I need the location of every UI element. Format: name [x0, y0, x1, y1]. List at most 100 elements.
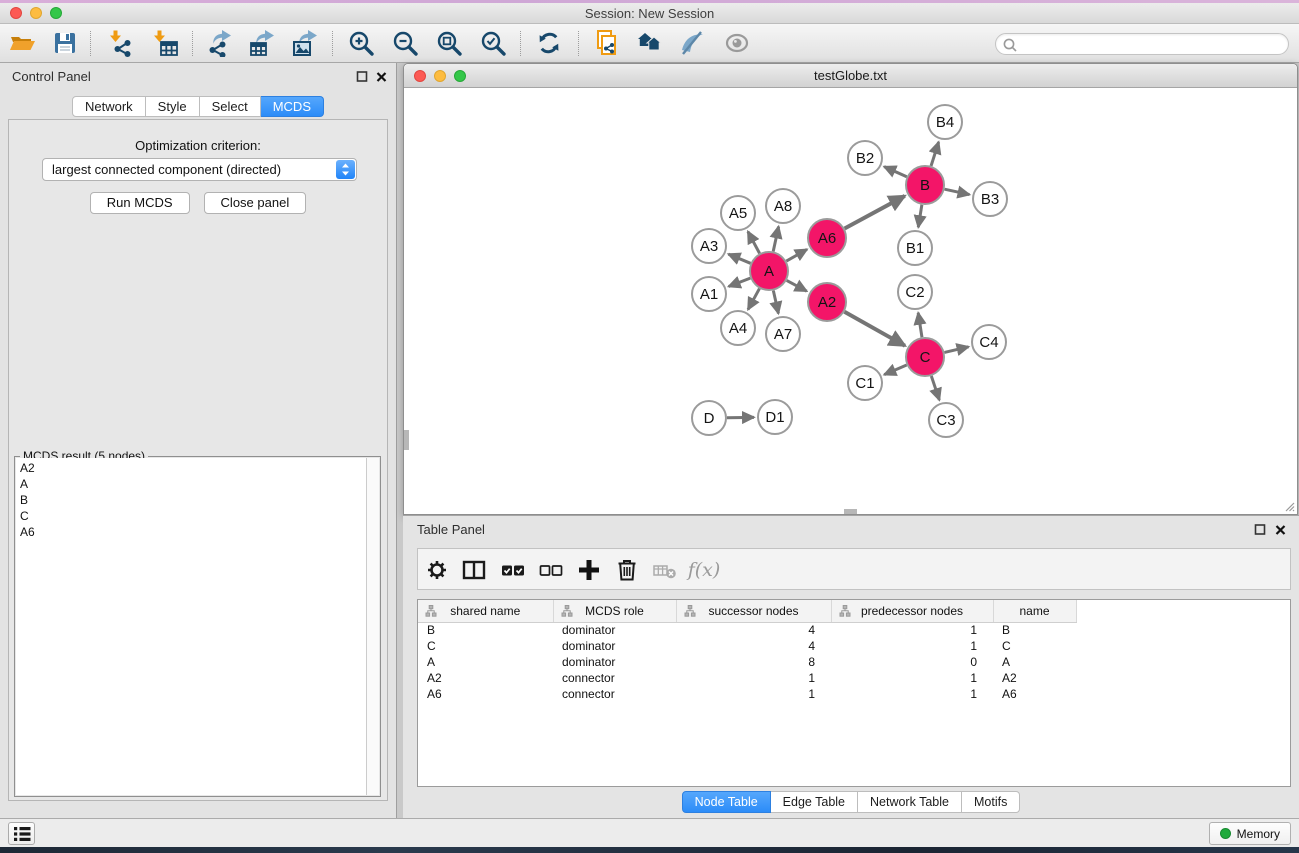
graph-node-C1[interactable]: C1 [848, 366, 882, 400]
search-input[interactable] [1020, 35, 1282, 53]
zoom-selected-icon[interactable] [474, 27, 512, 59]
delete-table-icon[interactable] [651, 556, 679, 584]
graph-edge-A-A1[interactable] [729, 278, 751, 286]
show-hide-panel-icon[interactable] [718, 27, 756, 59]
graph-edge-A-A8[interactable] [773, 227, 778, 252]
graph-edge-A6-B[interactable] [845, 196, 905, 229]
table-row[interactable]: Adominator80A [418, 654, 1290, 670]
mcds-result-item[interactable]: C [20, 508, 366, 524]
graph-edge-A-A2[interactable] [787, 280, 807, 291]
graph-node-D[interactable]: D [692, 401, 726, 435]
export-network-icon[interactable] [200, 27, 238, 59]
graph-node-B2[interactable]: B2 [848, 141, 882, 175]
graph-edge-A-A4[interactable] [748, 289, 759, 310]
graph-edge-C-C2[interactable] [918, 313, 922, 337]
tab-select[interactable]: Select [200, 96, 261, 117]
network-canvas[interactable]: B4B2BB3B1A5A8A6A3AA1A2A4A7C2CC4C1C3DD1 [404, 89, 1297, 514]
zoom-in-icon[interactable] [342, 27, 380, 59]
graph-node-A3[interactable]: A3 [692, 229, 726, 263]
graph-edge-C-C3[interactable] [931, 376, 939, 400]
float-table-panel-icon[interactable] [1254, 523, 1267, 536]
mcds-result-item[interactable]: A [20, 476, 366, 492]
graph-edge-A-A3[interactable] [728, 254, 750, 263]
graph-node-B4[interactable]: B4 [928, 105, 962, 139]
tab-motifs[interactable]: Motifs [962, 791, 1020, 813]
mcds-result-item[interactable]: A6 [20, 524, 366, 540]
graph-node-A8[interactable]: A8 [766, 189, 800, 223]
table-row[interactable]: A6connector11A6 [418, 686, 1290, 702]
close-table-panel-icon[interactable] [1274, 523, 1287, 536]
graph-node-C2[interactable]: C2 [898, 275, 932, 309]
apply-layout-icon[interactable] [530, 27, 568, 59]
tab-mcds[interactable]: MCDS [261, 96, 324, 117]
mcds-result-item[interactable]: A2 [20, 460, 366, 476]
column-header-successor-nodes[interactable]: successor nodes [676, 600, 831, 622]
tab-network-table[interactable]: Network Table [858, 791, 962, 813]
graph-node-C3[interactable]: C3 [929, 403, 963, 437]
graph-edge-C-C1[interactable] [884, 365, 906, 375]
graph-node-A5[interactable]: A5 [721, 196, 755, 230]
import-table-icon[interactable] [146, 27, 184, 59]
task-history-button[interactable] [8, 822, 35, 845]
save-session-icon[interactable] [46, 27, 84, 59]
add-column-icon[interactable] [575, 556, 603, 584]
optimization-criterion-select[interactable]: largest connected component (directed) [42, 158, 357, 181]
horizontal-scroll-thumb[interactable] [844, 509, 857, 514]
table-row[interactable]: A2connector11A2 [418, 670, 1290, 686]
select-all-icon[interactable] [499, 556, 527, 584]
graph-edge-B-B1[interactable] [918, 205, 922, 228]
column-header-shared-name[interactable]: shared name [418, 600, 553, 622]
close-panel-button[interactable]: Close panel [204, 192, 307, 214]
column-header-name[interactable]: name [993, 600, 1076, 622]
export-image-icon[interactable] [286, 27, 324, 59]
memory-button[interactable]: Memory [1209, 822, 1291, 845]
graph-node-B1[interactable]: B1 [898, 231, 932, 265]
graph-edge-A-A7[interactable] [773, 291, 778, 314]
graph-edge-B-B2[interactable] [884, 167, 907, 177]
graph-node-C[interactable]: C [906, 338, 944, 376]
graph-node-A[interactable]: A [750, 252, 788, 290]
graph-edge-B-B4[interactable] [931, 142, 939, 166]
graph-edge-C-C4[interactable] [944, 347, 968, 353]
deselect-all-icon[interactable] [537, 556, 565, 584]
network-graph[interactable]: B4B2BB3B1A5A8A6A3AA1A2A4A7C2CC4C1C3DD1 [404, 89, 1296, 514]
new-network-from-selection-icon[interactable] [588, 27, 626, 59]
zoom-fit-icon[interactable] [430, 27, 468, 59]
graph-edge-A-A6[interactable] [786, 249, 807, 261]
table-row[interactable]: Cdominator41C [418, 638, 1290, 654]
import-network-icon[interactable] [102, 27, 140, 59]
run-mcds-button[interactable]: Run MCDS [90, 192, 190, 214]
open-session-icon[interactable] [4, 27, 42, 59]
hide-graphics-details-icon[interactable] [673, 27, 711, 59]
graph-node-D1[interactable]: D1 [758, 400, 792, 434]
graph-node-B[interactable]: B [906, 166, 944, 204]
mcds-result-scrollbar[interactable] [366, 458, 379, 795]
graph-node-A1[interactable]: A1 [692, 277, 726, 311]
tab-style[interactable]: Style [146, 96, 200, 117]
graph-node-A2[interactable]: A2 [808, 283, 846, 321]
tab-edge-table[interactable]: Edge Table [771, 791, 858, 813]
export-table-icon[interactable] [243, 27, 281, 59]
tab-network[interactable]: Network [72, 96, 146, 117]
tab-node-table[interactable]: Node Table [682, 791, 771, 813]
vertical-scroll-thumb[interactable] [404, 430, 409, 450]
close-panel-icon[interactable] [375, 70, 388, 83]
graph-edge-B-B3[interactable] [945, 189, 970, 194]
settings-icon[interactable] [423, 556, 451, 584]
delete-column-icon[interactable] [613, 556, 641, 584]
graph-node-A7[interactable]: A7 [766, 317, 800, 351]
graph-node-B3[interactable]: B3 [973, 182, 1007, 216]
graph-node-C4[interactable]: C4 [972, 325, 1006, 359]
float-panel-icon[interactable] [356, 70, 369, 83]
resize-grip[interactable] [1283, 500, 1296, 513]
column-header-mcds-role[interactable]: MCDS role [553, 600, 676, 622]
zoom-out-icon[interactable] [386, 27, 424, 59]
split-panel-icon[interactable] [460, 556, 488, 584]
graph-edge-A2-C[interactable] [844, 312, 905, 346]
graph-node-A4[interactable]: A4 [721, 311, 755, 345]
table-row[interactable]: Bdominator41B [418, 622, 1290, 638]
mcds-result-item[interactable]: B [20, 492, 366, 508]
column-header-predecessor-nodes[interactable]: predecessor nodes [831, 600, 993, 622]
first-neighbors-icon[interactable] [630, 27, 668, 59]
function-builder-icon[interactable]: f(x) [690, 556, 718, 584]
